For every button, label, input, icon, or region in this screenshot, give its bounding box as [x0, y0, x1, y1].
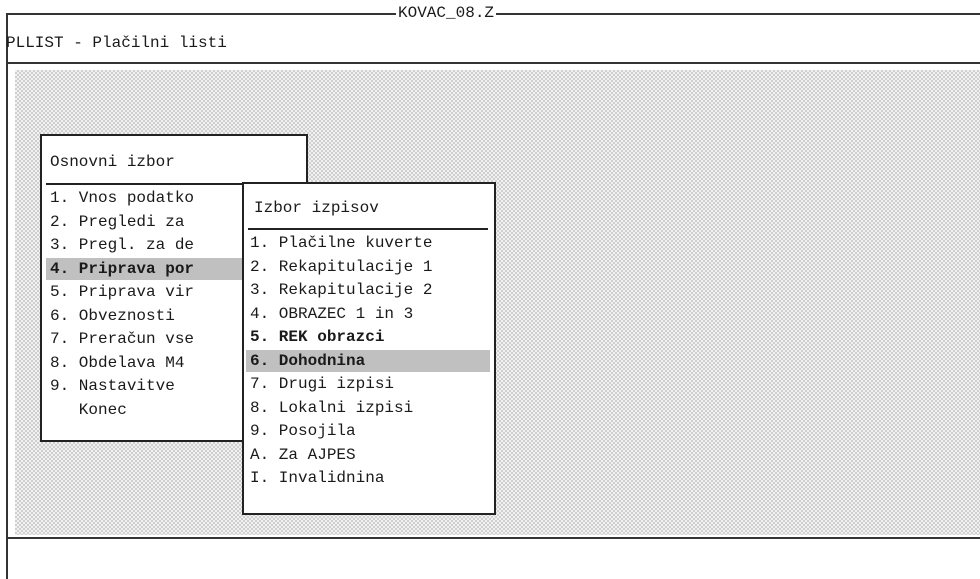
- header-divider: [6, 62, 980, 64]
- main_menu-item-9[interactable]: 9. Nastavitve: [46, 375, 242, 397]
- submenu-item-8[interactable]: 8. Lokalni izpisi: [246, 397, 490, 419]
- main_menu-item-5[interactable]: 5. Priprava vir: [46, 281, 242, 303]
- main_menu-item-4[interactable]: 4. Priprava por: [46, 257, 242, 280]
- submenu-item-10[interactable]: A. Za AJPES: [246, 444, 490, 466]
- main_menu-item-10[interactable]: Konec: [46, 399, 242, 421]
- submenu-item-7[interactable]: 7. Drugi izpisi: [246, 373, 490, 395]
- submenu-panel: Izbor izpisov 1. Plačilne kuverte 2. Reka…: [242, 182, 496, 515]
- main_menu-item-1[interactable]: 1. Vnos podatko: [46, 187, 242, 209]
- submenu-item-4[interactable]: 4. OBRAZEC 1 in 3: [246, 303, 490, 325]
- main_menu-item-3[interactable]: 3. Pregl. za de: [46, 234, 242, 256]
- main-menu-title: Osnovni izbor: [50, 153, 175, 171]
- submenu-item-3[interactable]: 3. Rekapitulacije 2: [246, 279, 490, 301]
- submenu-item-2[interactable]: 2. Rekapitulacije 1: [246, 256, 490, 278]
- submenu-item-1[interactable]: 1. Plačilne kuverte: [246, 232, 490, 254]
- submenu-item-6[interactable]: 6. Dohodnina: [246, 349, 490, 372]
- app-title: PLLIST - Plačilni listi: [6, 34, 227, 52]
- submenu-divider: [248, 228, 488, 230]
- main_menu-item-6[interactable]: 6. Obveznosti: [46, 305, 242, 327]
- status-divider: [6, 537, 980, 539]
- window-title: KOVAC_08.Z: [396, 4, 497, 22]
- main_menu-item-2[interactable]: 2. Pregledi za: [46, 211, 242, 233]
- submenu-item-5[interactable]: 5. REK obrazci: [246, 326, 490, 348]
- submenu-title: Izbor izpisov: [254, 199, 379, 217]
- submenu-item-9[interactable]: 9. Posojila: [246, 420, 490, 442]
- submenu-item-11[interactable]: I. Invalidnina: [246, 467, 490, 489]
- main_menu-item-8[interactable]: 8. Obdelava M4: [46, 352, 242, 374]
- main_menu-item-7[interactable]: 7. Preračun vse: [46, 328, 242, 350]
- frame-left-border: [6, 13, 8, 579]
